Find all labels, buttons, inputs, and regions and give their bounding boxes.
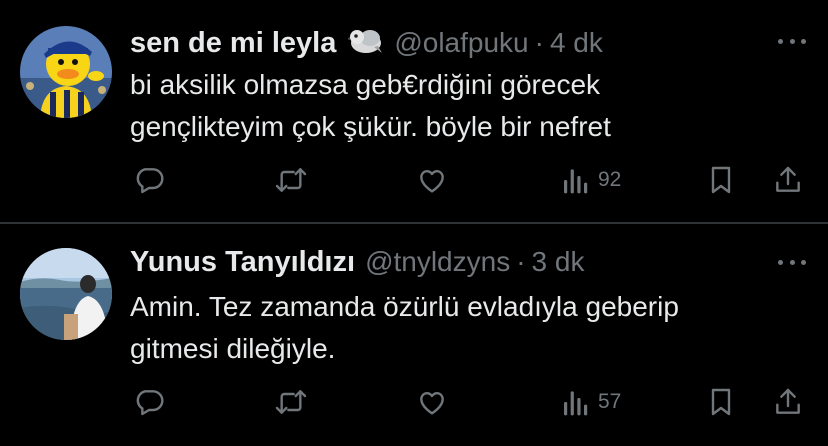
retweet-icon [275, 168, 307, 192]
tweet-header: sen de mi leyla @olafpuku · 4 dk [130, 24, 603, 60]
like-icon [420, 391, 444, 415]
reply-icon [136, 168, 164, 194]
tweet-text: bi aksilik olmazsa geb€rdiğini görecek g… [130, 64, 770, 148]
share-button[interactable] [773, 160, 803, 200]
reply-button[interactable] [133, 160, 165, 200]
retweet-icon [275, 390, 307, 414]
tweet-text-line: gitmesi dileğiyle. [130, 333, 336, 364]
timestamp[interactable]: 3 dk [532, 246, 585, 278]
display-name[interactable]: sen de mi leyla [130, 27, 336, 60]
handle[interactable]: @olafpuku [394, 27, 528, 59]
tweet-text-line: gençlikteyim çok şükür. böyle bir nefret [130, 111, 611, 142]
tweet-text-line: bi aksilik olmazsa geb€rdiğini görecek [130, 69, 601, 100]
handle[interactable]: @tnyldzyns [365, 246, 510, 278]
share-button[interactable] [773, 382, 803, 422]
like-button[interactable] [415, 160, 449, 200]
tweet[interactable]: sen de mi leyla @olafpuku · 4 dk bi aksi… [0, 0, 828, 223]
bookmark-icon [711, 388, 731, 416]
display-name[interactable]: Yunus Tanyıldızı [130, 246, 355, 279]
retweet-button[interactable] [273, 382, 309, 422]
action-bar: 57 [0, 382, 828, 422]
more-icon[interactable] [778, 258, 806, 266]
views-button[interactable]: 57 [562, 382, 621, 422]
share-icon [776, 166, 800, 192]
more-icon[interactable] [778, 37, 806, 45]
tweet-text-line: Amin. Tez zamanda özürlü evladıyla geber… [130, 291, 679, 322]
views-count: 92 [598, 168, 622, 191]
reply-icon [136, 390, 164, 416]
avatar[interactable] [20, 248, 112, 340]
bookmark-button[interactable] [707, 382, 735, 422]
like-icon [420, 169, 444, 193]
retweet-button[interactable] [273, 160, 309, 200]
tweet-text: Amin. Tez zamanda özürlü evladıyla geber… [130, 286, 770, 370]
separator: · [516, 246, 526, 277]
bookmark-button[interactable] [707, 160, 735, 200]
like-button[interactable] [415, 382, 449, 422]
tweet[interactable]: Yunus Tanyıldızı @tnyldzyns · 3 dk Amin.… [0, 224, 828, 446]
tweet-header: Yunus Tanyıldızı @tnyldzyns · 3 dk [130, 246, 584, 279]
bookmark-icon [711, 166, 731, 194]
share-icon [776, 388, 800, 414]
reply-button[interactable] [133, 382, 165, 422]
action-bar: 92 [0, 160, 828, 200]
views-icon [564, 169, 588, 194]
bird-emoji-icon [346, 27, 384, 60]
views-icon [564, 391, 588, 416]
views-count: 57 [598, 390, 622, 413]
timestamp[interactable]: 4 dk [550, 27, 603, 59]
views-button[interactable]: 92 [562, 160, 621, 200]
avatar[interactable] [20, 26, 112, 118]
separator: · [534, 27, 544, 58]
